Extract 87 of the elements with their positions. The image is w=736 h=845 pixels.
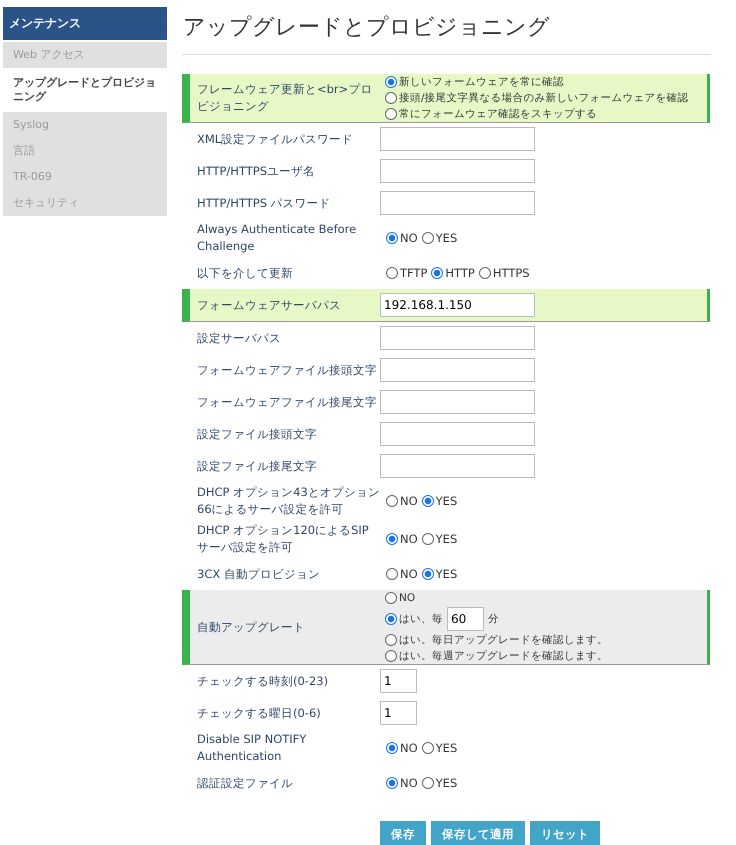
radio-button[interactable] — [422, 777, 434, 789]
action-button[interactable]: リセット — [530, 821, 600, 845]
radio-button[interactable] — [431, 267, 444, 279]
field-label: フレームウェア更新と<br>プロビジョニング — [197, 81, 374, 115]
radio-button[interactable] — [385, 108, 397, 120]
option-label: はい。毎日アップグレードを確認します。 — [399, 633, 608, 648]
unit-label: 分 — [488, 612, 499, 627]
action-button[interactable]: 保存 — [380, 821, 426, 845]
radio-button[interactable] — [385, 650, 397, 662]
field-label: DHCP オプション120によるSIPサーバ設定を許可 — [197, 522, 370, 556]
input-field[interactable] — [380, 326, 535, 350]
sidebar-item[interactable]: Syslog — [3, 112, 167, 138]
radio-button[interactable] — [386, 742, 398, 754]
field-label: DHCP オプション43とオプション66によるサーバ設定を許可 — [197, 484, 380, 518]
field-label: Always Authenticate Before Challenge — [197, 221, 358, 255]
number-field[interactable]: 1 — [380, 669, 417, 693]
field-label: チェックする曜日(0-6) — [197, 704, 322, 722]
option-label: NO — [399, 591, 416, 606]
field-label: 設定ファイル接頭文字 — [197, 426, 318, 442]
sidebar-item[interactable]: TR-069 — [3, 164, 167, 190]
radio-button[interactable] — [386, 777, 398, 789]
input-field[interactable] — [380, 159, 535, 183]
field-label: チェックする時刻(0-23) — [197, 672, 330, 690]
option-label: 接頭/接尾文字異なる場合のみ新しいフォームウェアを確認 — [399, 91, 689, 106]
field-label: フォームウェアファイル接尾文字 — [197, 394, 378, 410]
field-label: 設定ファイル接尾文字 — [197, 458, 318, 474]
field-label: 設定サーバパス — [197, 330, 282, 346]
option-label: はい、毎 — [399, 612, 443, 627]
input-field[interactable] — [380, 454, 535, 478]
radio-button[interactable] — [385, 76, 397, 88]
field-label: HTTP/HTTPS パスワード — [197, 194, 332, 212]
radio-button[interactable] — [422, 533, 434, 545]
radio-button[interactable] — [386, 568, 398, 580]
input-field[interactable] — [380, 390, 535, 414]
option-label: HTTPS — [492, 265, 530, 281]
radio-button[interactable] — [385, 592, 397, 604]
field-label: 自動アップグレート — [197, 618, 306, 636]
input-field[interactable] — [380, 422, 535, 446]
option-label: NO — [400, 493, 418, 509]
option-label: NO — [400, 531, 418, 547]
field-label: XML設定ファイルパスワード — [197, 130, 354, 148]
option-label: NO — [400, 775, 418, 791]
field-label: 3CX 自動プロビジョン — [197, 566, 321, 582]
radio-button[interactable] — [385, 92, 397, 104]
sidebar-item[interactable]: 言語 — [3, 138, 167, 164]
radio-button[interactable] — [386, 533, 398, 545]
radio-button[interactable] — [478, 267, 491, 279]
option-label: YES — [436, 493, 458, 509]
option-label: 常にフォームウェア確認をスキップする — [399, 107, 597, 122]
radio-button[interactable] — [422, 742, 434, 754]
option-label: はい。毎週アップグレードを確認します。 — [399, 649, 608, 664]
input-field[interactable]: 192.168.1.150 — [380, 293, 535, 317]
radio-button[interactable] — [422, 568, 434, 580]
option-label: YES — [436, 566, 458, 582]
field-label: HTTP/HTTPSユーザ名 — [197, 162, 316, 180]
input-field[interactable] — [380, 358, 535, 382]
option-label: NO — [400, 566, 418, 582]
input-field[interactable]: 60 — [447, 607, 484, 631]
radio-button[interactable] — [386, 267, 398, 279]
field-label: 認証設定ファイル — [197, 774, 294, 792]
sidebar-item[interactable]: Web アクセス — [3, 42, 167, 68]
option-label: TFTP — [400, 265, 428, 281]
field-label: フォームウェアサーバパス — [197, 296, 342, 314]
radio-button[interactable] — [422, 495, 434, 507]
option-label: YES — [436, 230, 458, 246]
option-label: NO — [400, 230, 418, 246]
radio-button[interactable] — [385, 634, 397, 646]
input-field[interactable] — [380, 127, 535, 151]
page-title: アップグレードとプロビジョニング — [183, 14, 551, 42]
number-field[interactable]: 1 — [380, 701, 417, 725]
field-label: 以下を介して更新 — [197, 264, 294, 282]
radio-button[interactable] — [385, 613, 397, 625]
radio-button[interactable] — [386, 232, 398, 244]
option-label: YES — [436, 531, 458, 547]
option-label: NO — [400, 740, 418, 756]
field-label: Disable SIP NOTIFY Authentication — [197, 731, 308, 765]
sidebar-header: メンテナンス — [3, 7, 167, 42]
action-button[interactable]: 保存して適用 — [431, 821, 525, 845]
option-label: YES — [436, 740, 458, 756]
field-label: フォームウェアファイル接頭文字 — [197, 362, 378, 378]
radio-button[interactable] — [386, 495, 398, 507]
option-label: HTTP — [445, 265, 475, 281]
option-label: YES — [436, 775, 458, 791]
input-field[interactable] — [380, 191, 535, 215]
sidebar-item[interactable]: セキュリティ — [3, 190, 167, 216]
option-label: 新しいフォームウェアを常に確認 — [399, 75, 564, 90]
radio-button[interactable] — [422, 232, 434, 244]
